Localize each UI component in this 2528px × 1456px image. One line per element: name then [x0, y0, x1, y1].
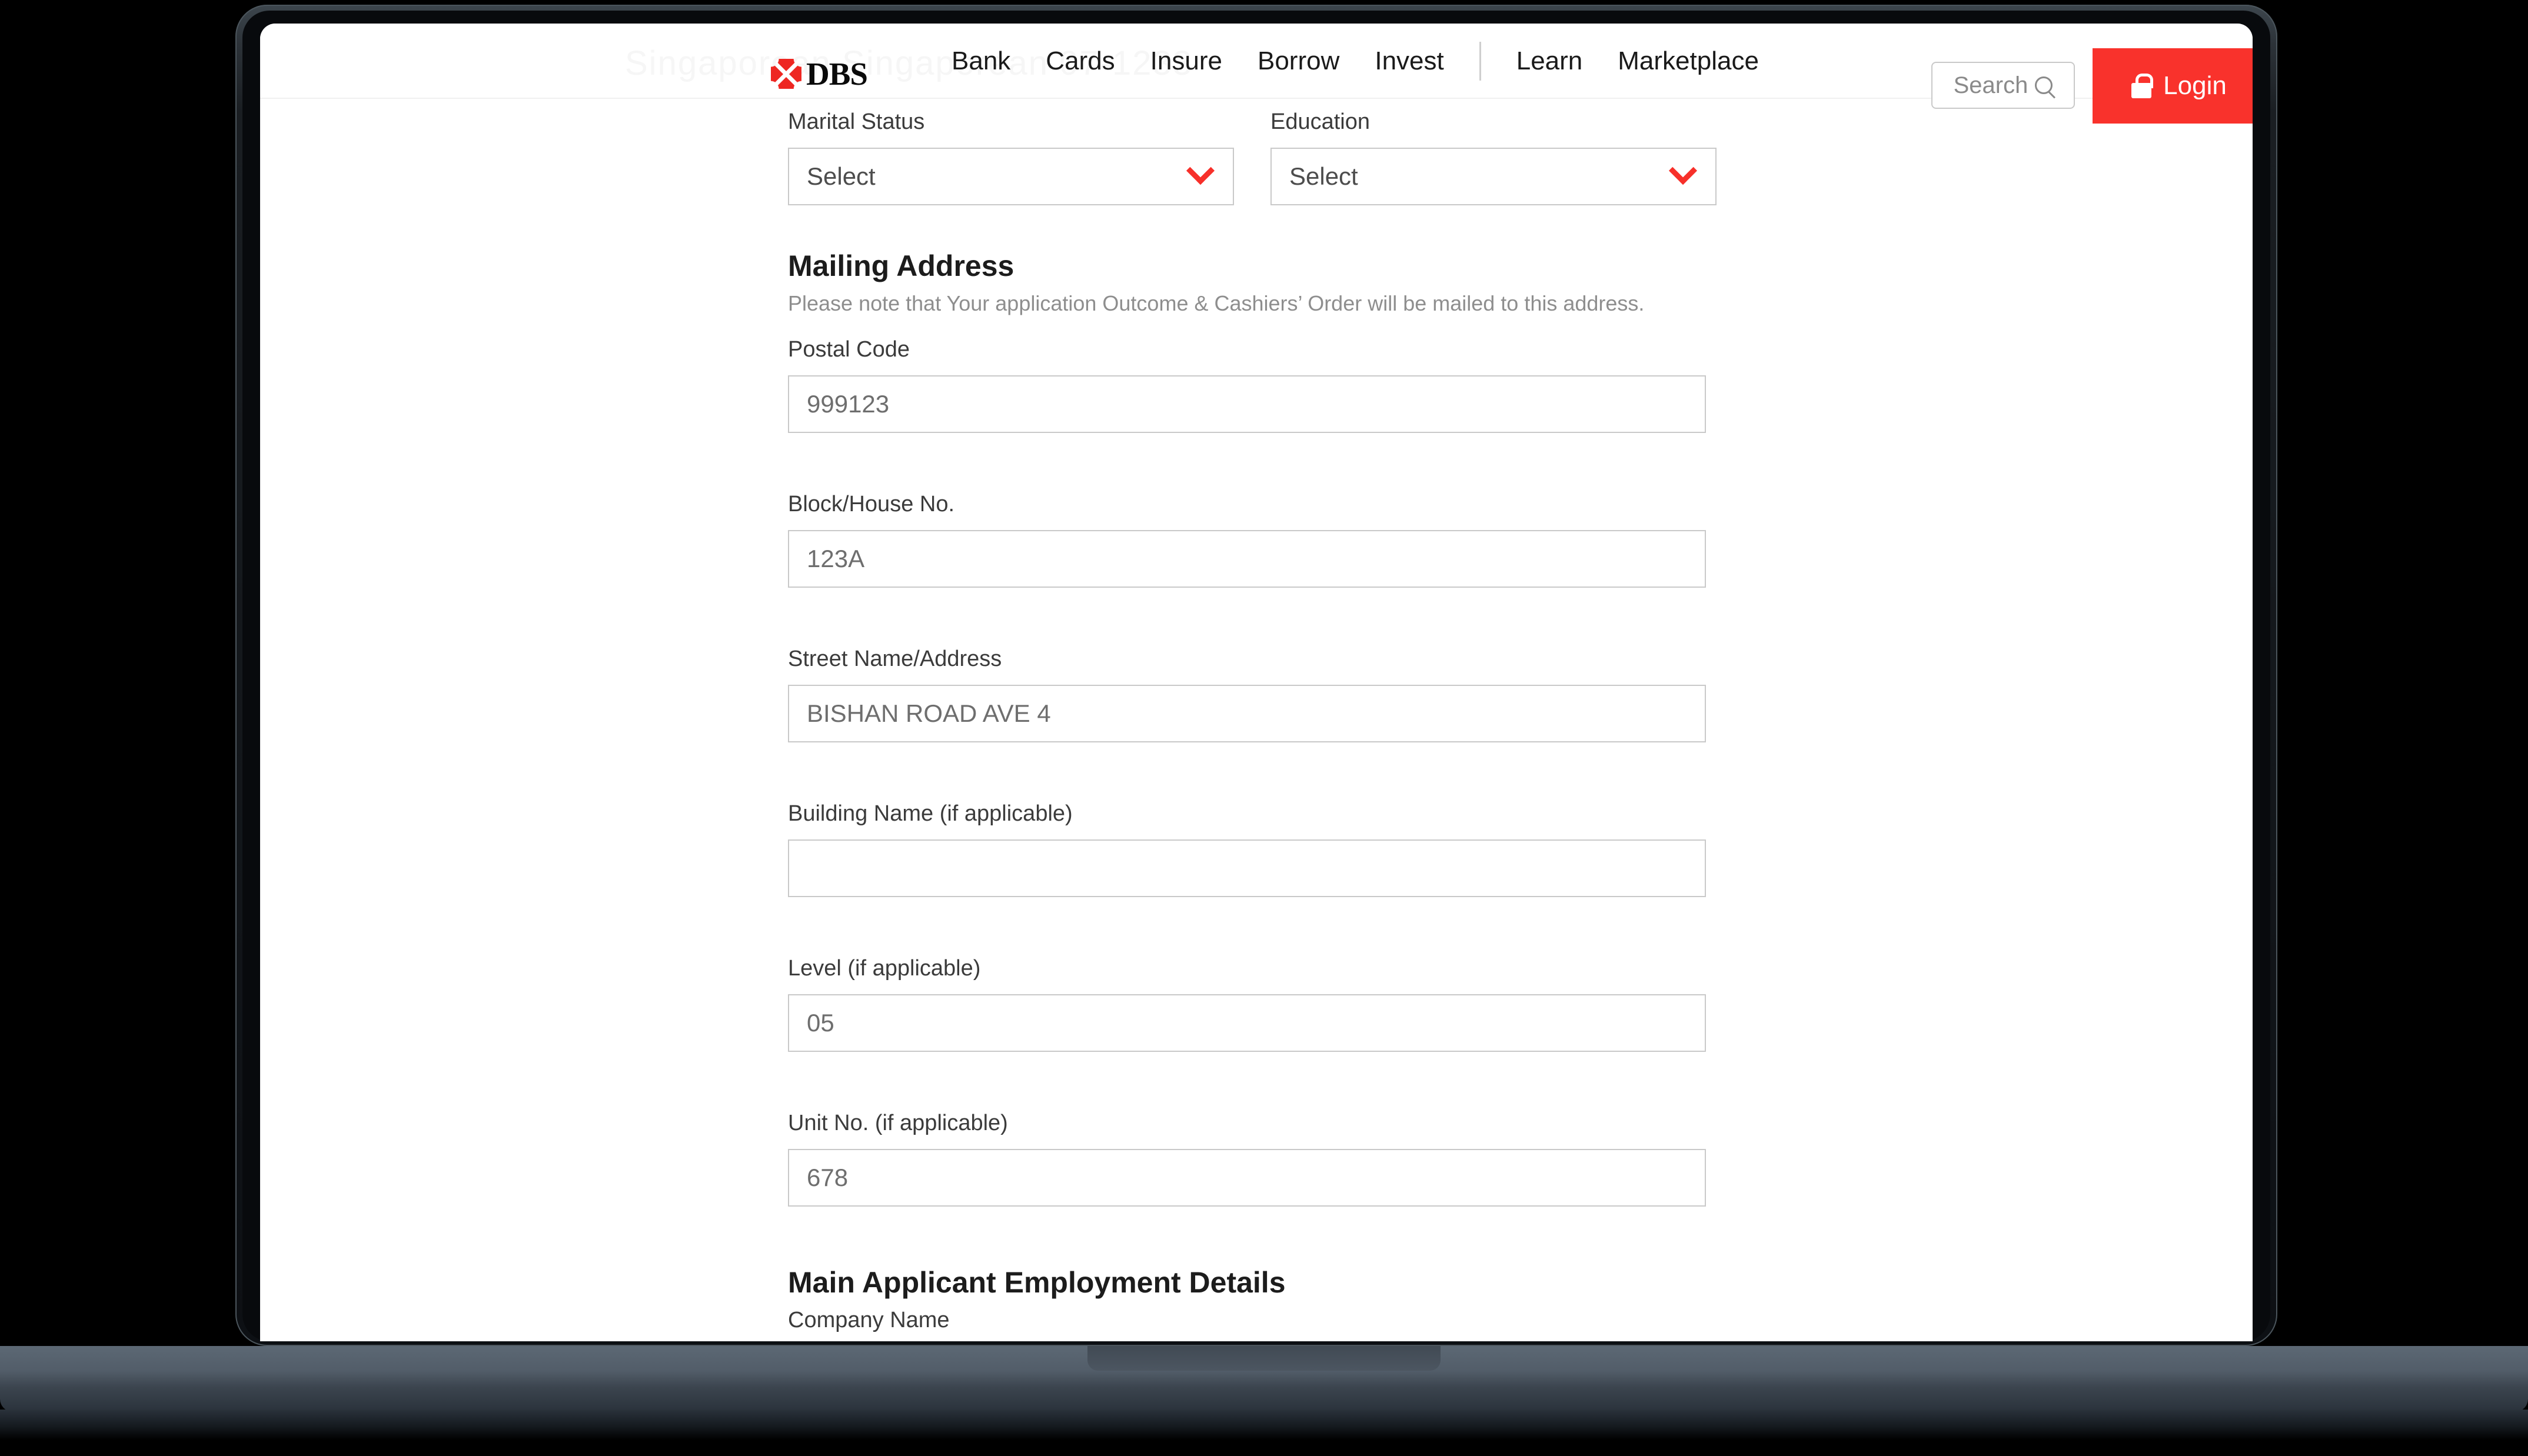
nav-item-bank[interactable]: Bank [934, 46, 1028, 76]
nav-divider [1479, 42, 1481, 81]
site-header: Singaporean Singaporean 07-1233 DBS Bank… [260, 24, 2253, 124]
nav-item-learn[interactable]: Learn [1499, 46, 1601, 76]
login-label: Login [2163, 71, 2227, 100]
education-value: Select [1289, 162, 1358, 190]
street-name-group: Street Name/Address BISHAN ROAD AVE 4 [788, 647, 1765, 742]
search-icon [2035, 76, 2053, 94]
chevron-down-icon [1668, 156, 1698, 185]
main-navigation: Bank Cards Insure Borrow Invest Learn Ma… [934, 24, 1777, 99]
company-name-label: Company Name [788, 1308, 950, 1332]
mailing-address-note: Please note that Your application Outcom… [788, 291, 1645, 315]
level-group: Level (if applicable) 05 [788, 956, 1765, 1052]
mailing-address-heading: Mailing Address [788, 249, 1014, 282]
level-input[interactable]: 05 [788, 994, 1706, 1052]
postal-code-group: Postal Code 999123 [788, 337, 1765, 433]
search-label: Search [1953, 72, 2028, 98]
dbs-logo[interactable]: DBS [771, 56, 868, 92]
nav-item-borrow[interactable]: Borrow [1240, 46, 1357, 76]
nav-item-invest[interactable]: Invest [1357, 46, 1461, 76]
unit-no-input[interactable]: 678 [788, 1149, 1706, 1207]
unit-no-group: Unit No. (if applicable) 678 [788, 1111, 1765, 1207]
block-house-no-label: Block/House No. [788, 492, 955, 517]
search-input[interactable]: Search [1931, 62, 2075, 109]
building-name-label: Building Name (if applicable) [788, 801, 1073, 826]
laptop-base-shadow [0, 1410, 2528, 1440]
level-label: Level (if applicable) [788, 956, 981, 981]
nav-item-cards[interactable]: Cards [1028, 46, 1132, 76]
select-row: Marital Status Select Education Select [788, 109, 1765, 205]
application-form: Marital Status Select Education Select M… [788, 109, 1765, 1341]
street-name-label: Street Name/Address [788, 647, 1002, 671]
laptop-mockup: Singaporean Singaporean 07-1233 DBS Bank… [0, 0, 2528, 1456]
marital-status-select[interactable]: Select [788, 148, 1234, 205]
nav-item-marketplace[interactable]: Marketplace [1600, 46, 1777, 76]
education-select[interactable]: Select [1270, 148, 1717, 205]
block-house-no-input[interactable]: 123A [788, 530, 1706, 588]
nav-item-insure[interactable]: Insure [1133, 46, 1240, 76]
street-name-input[interactable]: BISHAN ROAD AVE 4 [788, 685, 1706, 742]
building-name-input[interactable] [788, 839, 1706, 897]
building-name-group: Building Name (if applicable) [788, 801, 1765, 897]
lock-icon [2131, 74, 2154, 98]
brand-wordmark: DBS [806, 56, 868, 92]
marital-status-group: Marital Status Select [788, 109, 1234, 205]
unit-no-label: Unit No. (if applicable) [788, 1111, 1008, 1135]
dbs-diamond-icon [771, 58, 801, 89]
education-group: Education Select [1270, 109, 1717, 205]
login-button[interactable]: Login [2093, 48, 2253, 124]
employment-heading: Main Applicant Employment Details [788, 1266, 1286, 1299]
marital-status-label: Marital Status [788, 109, 925, 134]
chevron-down-icon [1186, 156, 1215, 185]
laptop-base-notch [1087, 1346, 1441, 1371]
browser-viewport: Singaporean Singaporean 07-1233 DBS Bank… [260, 24, 2253, 1341]
block-house-no-group: Block/House No. 123A [788, 492, 1765, 588]
postal-code-input[interactable]: 999123 [788, 375, 1706, 433]
postal-code-label: Postal Code [788, 337, 910, 362]
marital-status-value: Select [807, 162, 876, 190]
education-label: Education [1270, 109, 1371, 134]
page-content: Marital Status Select Education Select M… [260, 99, 2253, 1341]
